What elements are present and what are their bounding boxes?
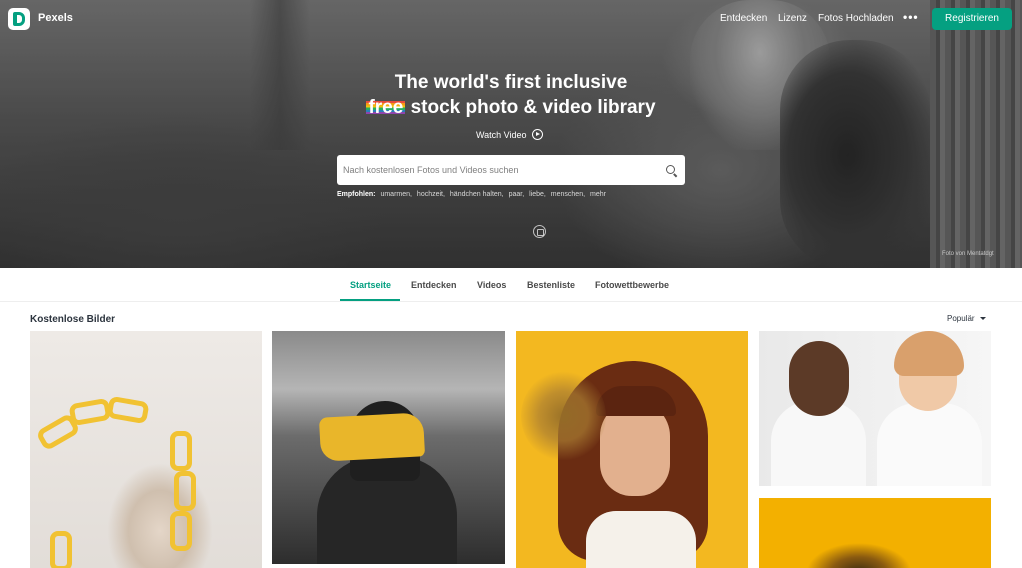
suggestion-tag[interactable]: hochzeit, [417,191,445,198]
register-button[interactable]: Registrieren [932,8,1012,30]
active-tab-indicator [340,299,400,301]
play-circle-icon[interactable] [531,129,543,140]
hero-banner: Pexels Entdecken Lizenz Fotos Hochladen … [0,0,1022,268]
sort-dropdown[interactable]: Populär [947,314,986,323]
pexels-logo-icon[interactable] [8,8,30,30]
tab-videos[interactable]: Videos [477,280,506,290]
search-icon[interactable] [666,165,675,174]
watch-video-link[interactable]: Watch Video [476,129,543,140]
nav-license-link[interactable]: Lizenz [778,13,807,24]
search-input[interactable] [343,155,653,185]
suggestions-label: Empfohlen: [337,191,376,198]
pexels-watermark-icon [533,225,546,238]
more-menu-icon[interactable]: ••• [903,10,919,24]
photo-card[interactable] [516,331,748,568]
search-box[interactable] [337,155,685,185]
photo-card[interactable] [272,331,505,564]
sort-label[interactable]: Populär [947,314,975,323]
suggested-searches: Empfohlen: umarmen, hochzeit, händchen h… [337,191,609,198]
photo-card[interactable] [759,498,991,568]
hero-headline-line2: free stock photo & video library [366,97,656,119]
section-title: Kostenlose Bilder [30,314,116,325]
chevron-down-icon[interactable] [979,317,986,320]
section-tabs: Startseite Entdecken Videos Bestenliste … [0,268,1022,302]
nav-explore-link[interactable]: Entdecken [720,13,767,24]
suggestion-tag[interactable]: menschen, [551,191,585,198]
suggestion-tag[interactable]: liebe, [529,191,546,198]
nav-upload-link[interactable]: Fotos Hochladen [818,13,894,24]
brand-name[interactable]: Pexels [38,12,73,24]
free-rainbow-word: free [366,97,406,119]
hero-headline-line1: The world's first inclusive [394,72,628,93]
tab-leaderboard[interactable]: Bestenliste [527,280,575,290]
photo-card[interactable] [30,331,262,568]
suggestion-tag[interactable]: händchen halten, [450,191,504,198]
photographer-credit-link[interactable]: Foto von Mentatdgt [942,251,994,257]
suggestion-tag[interactable]: umarmen, [380,191,412,198]
suggestion-tag[interactable]: paar, [509,191,525,198]
tab-home[interactable]: Startseite [350,280,391,290]
tab-photo-contests[interactable]: Fotowettbewerbe [595,280,669,290]
suggestion-more-link[interactable]: mehr [590,191,606,198]
tab-explore[interactable]: Entdecken [411,280,457,290]
top-navbar: Pexels Entdecken Lizenz Fotos Hochladen … [0,0,1022,38]
photo-card[interactable] [759,331,991,486]
